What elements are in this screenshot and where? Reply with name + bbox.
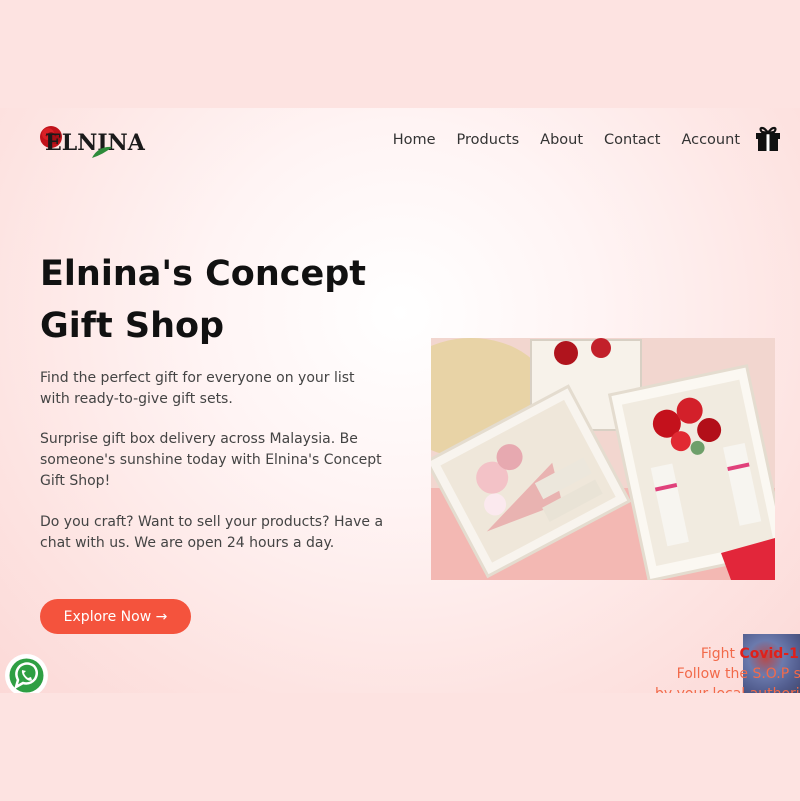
leaf-icon: [92, 146, 112, 158]
main-nav: Home Products About Contact Account: [393, 132, 740, 148]
covid-line1-highlight: Covid-19!: [739, 646, 800, 662]
covid-line2: Follow the S.O.P set: [676, 666, 800, 682]
covid-banner: Fight Covid-19! Follow the S.O.P set by …: [655, 644, 800, 693]
nav-account[interactable]: Account: [681, 132, 740, 148]
nav-home[interactable]: Home: [393, 132, 436, 148]
hero-title: Elnina's Concept Gift Shop: [40, 254, 367, 346]
explore-now-button[interactable]: Explore Now →: [40, 599, 191, 634]
brand-logo[interactable]: ELNINA: [38, 122, 145, 162]
covid-line1-prefix: Fight: [700, 646, 740, 662]
hero-paragraph-2: Surprise gift box delivery across Malays…: [40, 431, 382, 489]
hero-paragraph-1: Find the perfect gift for everyone on yo…: [40, 370, 355, 407]
nav-about[interactable]: About: [540, 132, 583, 148]
covid-line3: by your local authorities: [655, 684, 800, 693]
nav-products[interactable]: Products: [457, 132, 520, 148]
hero-paragraph-3: Do you craft? Want to sell your products…: [40, 514, 384, 551]
gift-icon[interactable]: [755, 124, 781, 152]
whatsapp-icon[interactable]: [5, 654, 48, 693]
nav-contact[interactable]: Contact: [604, 132, 660, 148]
gift-box-photo: [431, 338, 775, 580]
hero-section: ELNINA Home Products About Contact Accou…: [0, 108, 800, 693]
